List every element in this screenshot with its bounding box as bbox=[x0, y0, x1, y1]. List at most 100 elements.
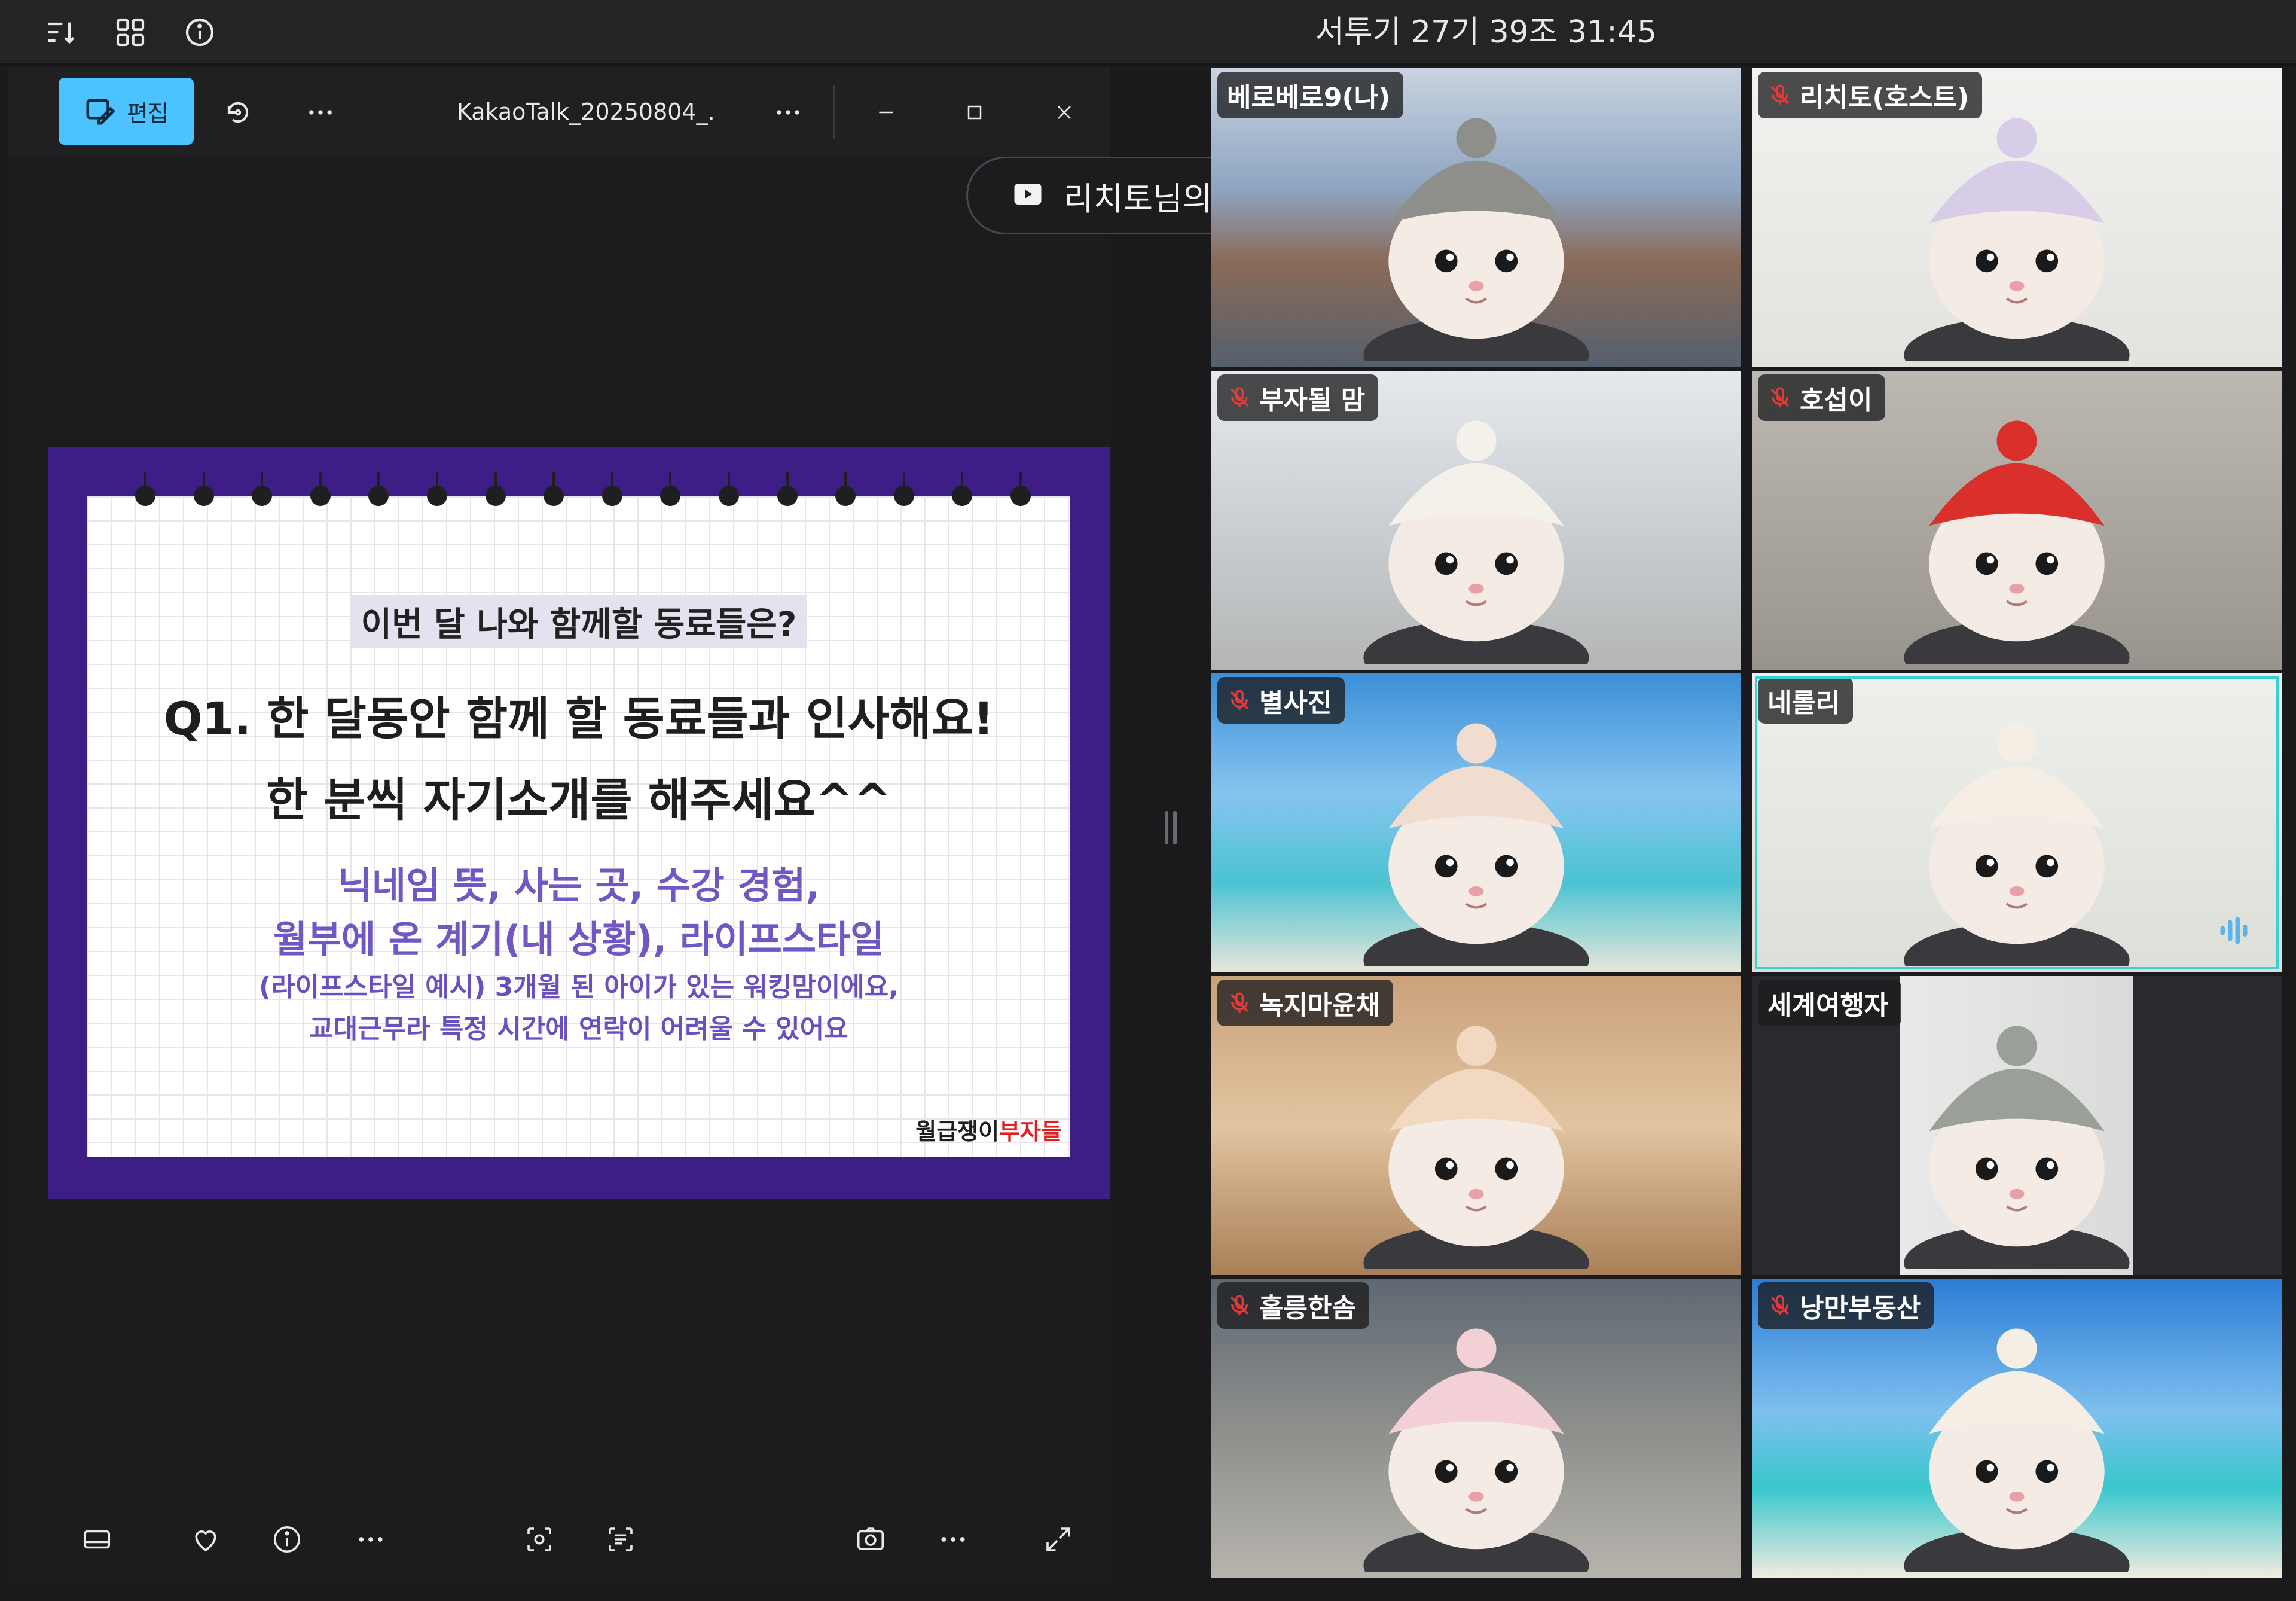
participant-name-tag: 부자될 맘 bbox=[1217, 374, 1379, 421]
slide-subtitle-text: 이번 달 나와 함께할 동료들은? bbox=[350, 595, 808, 648]
participant-grid: 베로베로9(나) 리치토(호스트) 부자될 맘 호섭이별사진 네롤리녹지마윤채 세계여행자… bbox=[1211, 68, 2282, 1584]
meeting-top-bar: 서투기 27기 39조 31:45 bbox=[0, 0, 2296, 65]
viewer-bottom-toolbar bbox=[8, 1495, 1110, 1584]
participant-name: 녹지마윤채 bbox=[1259, 990, 1381, 1021]
heart-icon[interactable] bbox=[182, 1515, 230, 1563]
text-scan-icon[interactable] bbox=[597, 1515, 645, 1563]
face-scan-icon[interactable] bbox=[515, 1515, 563, 1563]
participant-tile[interactable]: 호섭이 bbox=[1752, 371, 2282, 670]
participant-avatar bbox=[1904, 723, 2130, 966]
mic-muted-icon bbox=[1227, 688, 1252, 713]
slide-paper: 이번 달 나와 함께할 동료들은? Q1. 한 달동안 함께 할 동료들과 인사… bbox=[87, 472, 1070, 1157]
participant-name-tag: 호섭이 bbox=[1758, 374, 1886, 421]
sort-icon[interactable] bbox=[37, 8, 85, 56]
notebook-ring bbox=[602, 472, 622, 506]
info-icon[interactable] bbox=[176, 8, 224, 56]
slide-question-line2: 한 분씩 자기소개를 해주세요^^ bbox=[266, 773, 891, 827]
brand-logo: 월급쟁이부자들 bbox=[915, 1113, 1062, 1146]
notebook-ring bbox=[835, 472, 856, 506]
participant-avatar bbox=[1904, 1328, 2130, 1572]
participant-tile[interactable]: 별사진 bbox=[1211, 673, 1741, 972]
close-icon[interactable] bbox=[1040, 89, 1088, 136]
participant-name: 베로베로9(나) bbox=[1227, 83, 1391, 113]
screen-share-icon bbox=[1014, 184, 1042, 205]
notebook-ring bbox=[719, 472, 739, 506]
split-drag-handle[interactable] bbox=[1162, 811, 1180, 853]
participant-avatar bbox=[1904, 1026, 2130, 1269]
photo-viewer-window: 편집 KakaoTalk_20250804_... 이번 달 나와 함께할 동료… bbox=[8, 67, 1110, 1584]
title-divider bbox=[833, 85, 835, 139]
participant-name: 홀릉한솜 bbox=[1259, 1293, 1356, 1324]
edit-button[interactable]: 편집 bbox=[59, 78, 194, 145]
notebook-ring bbox=[310, 472, 331, 506]
participant-tile[interactable]: 낭만부동산 bbox=[1752, 1279, 2282, 1578]
participant-name: 리치토(호스트) bbox=[1800, 83, 1970, 113]
participant-tile[interactable]: 베로베로9(나) bbox=[1211, 68, 1741, 367]
file-name: KakaoTalk_20250804_... bbox=[457, 99, 714, 125]
slide-subtitle: 이번 달 나와 함께할 동료들은? bbox=[87, 595, 1070, 648]
slide-detail-line2: 월부에 온 계기(내 상황), 라이프스타일 bbox=[273, 917, 885, 961]
participant-name-tag: 홀릉한솜 bbox=[1217, 1282, 1369, 1329]
notebook-ring bbox=[952, 472, 973, 506]
participant-tile[interactable]: 리치토(호스트) bbox=[1752, 68, 2282, 367]
fullscreen-icon[interactable] bbox=[1034, 1515, 1082, 1563]
film-strip-icon[interactable] bbox=[73, 1515, 121, 1563]
more-icon[interactable] bbox=[929, 1515, 977, 1563]
brand-text-red: 부자들 bbox=[999, 1118, 1062, 1145]
notebook-ring bbox=[544, 472, 564, 506]
participant-name-tag: 녹지마윤채 bbox=[1217, 980, 1394, 1026]
more-icon[interactable] bbox=[298, 90, 343, 135]
participant-avatar bbox=[1904, 420, 2130, 664]
slide-example-line2: 교대근무라 특정 시간에 연락이 어려울 수 있어요 bbox=[309, 1014, 848, 1044]
participant-name-tag: 베로베로9(나) bbox=[1217, 72, 1404, 118]
slide-image: 이번 달 나와 함께할 동료들은? Q1. 한 달동안 함께 할 동료들과 인사… bbox=[48, 447, 1110, 1199]
participant-tile[interactable]: 세계여행자 bbox=[1752, 976, 2282, 1275]
participant-avatar bbox=[1363, 1026, 1589, 1269]
participant-name-tag: 세계여행자 bbox=[1758, 980, 1902, 1026]
edit-label: 편집 bbox=[127, 100, 169, 127]
notebook-rings bbox=[87, 472, 1070, 507]
minimize-icon[interactable] bbox=[862, 89, 910, 136]
notebook-ring bbox=[485, 472, 506, 506]
participant-name: 네롤리 bbox=[1767, 688, 1840, 718]
participant-avatar bbox=[1363, 420, 1589, 664]
info-icon[interactable] bbox=[263, 1515, 311, 1563]
more-icon[interactable] bbox=[765, 90, 811, 135]
slide-question-line1: Q1. 한 달동안 함께 할 동료들과 인사해요! bbox=[163, 692, 994, 745]
participant-name: 별사진 bbox=[1259, 688, 1332, 718]
notebook-ring bbox=[660, 472, 681, 506]
participant-name-tag: 리치토(호스트) bbox=[1758, 72, 1983, 118]
mic-muted-icon bbox=[1767, 83, 1793, 108]
participant-avatar bbox=[1904, 118, 2130, 361]
participant-name: 부자될 맘 bbox=[1259, 385, 1366, 416]
edit-icon bbox=[86, 99, 115, 125]
mic-muted-icon bbox=[1227, 385, 1252, 410]
participant-name: 낭만부동산 bbox=[1800, 1293, 1921, 1324]
participant-tile[interactable]: 네롤리 bbox=[1752, 673, 2282, 972]
audio-level-icon bbox=[2220, 917, 2248, 944]
meeting-title: 서투기 27기 39조 31:45 bbox=[1315, 14, 1657, 50]
more-icon[interactable] bbox=[347, 1515, 395, 1563]
mic-muted-icon bbox=[1767, 385, 1793, 410]
mic-muted-icon bbox=[1227, 1293, 1252, 1318]
participant-avatar bbox=[1363, 1328, 1589, 1572]
slide-example-line1: (라이프스타일 예시) 3개월 된 아이가 있는 워킹맘이에요, bbox=[258, 972, 899, 1002]
participant-tile[interactable]: 홀릉한솜 bbox=[1211, 1279, 1741, 1578]
notebook-ring bbox=[1010, 472, 1031, 506]
participant-tile[interactable]: 부자될 맘 bbox=[1211, 371, 1741, 670]
notebook-ring bbox=[427, 472, 447, 506]
participant-avatar bbox=[1363, 723, 1589, 966]
participant-name-tag: 낭만부동산 bbox=[1758, 1282, 1934, 1329]
notebook-ring bbox=[893, 472, 914, 506]
participant-avatar bbox=[1363, 118, 1589, 361]
grid-view-icon[interactable] bbox=[106, 8, 154, 56]
maximize-icon[interactable] bbox=[951, 89, 999, 136]
participant-tile[interactable]: 녹지마윤채 bbox=[1211, 976, 1741, 1275]
rotate-icon[interactable] bbox=[215, 90, 261, 135]
screenshot-icon[interactable] bbox=[847, 1515, 894, 1563]
brand-text-black: 월급쟁이 bbox=[915, 1118, 1000, 1145]
mic-muted-icon bbox=[1227, 990, 1252, 1016]
slide-detail-line1: 닉네임 뜻, 사는 곳, 수강 경험, bbox=[337, 864, 820, 907]
participant-name-tag: 네롤리 bbox=[1758, 677, 1854, 724]
notebook-ring bbox=[193, 472, 214, 506]
